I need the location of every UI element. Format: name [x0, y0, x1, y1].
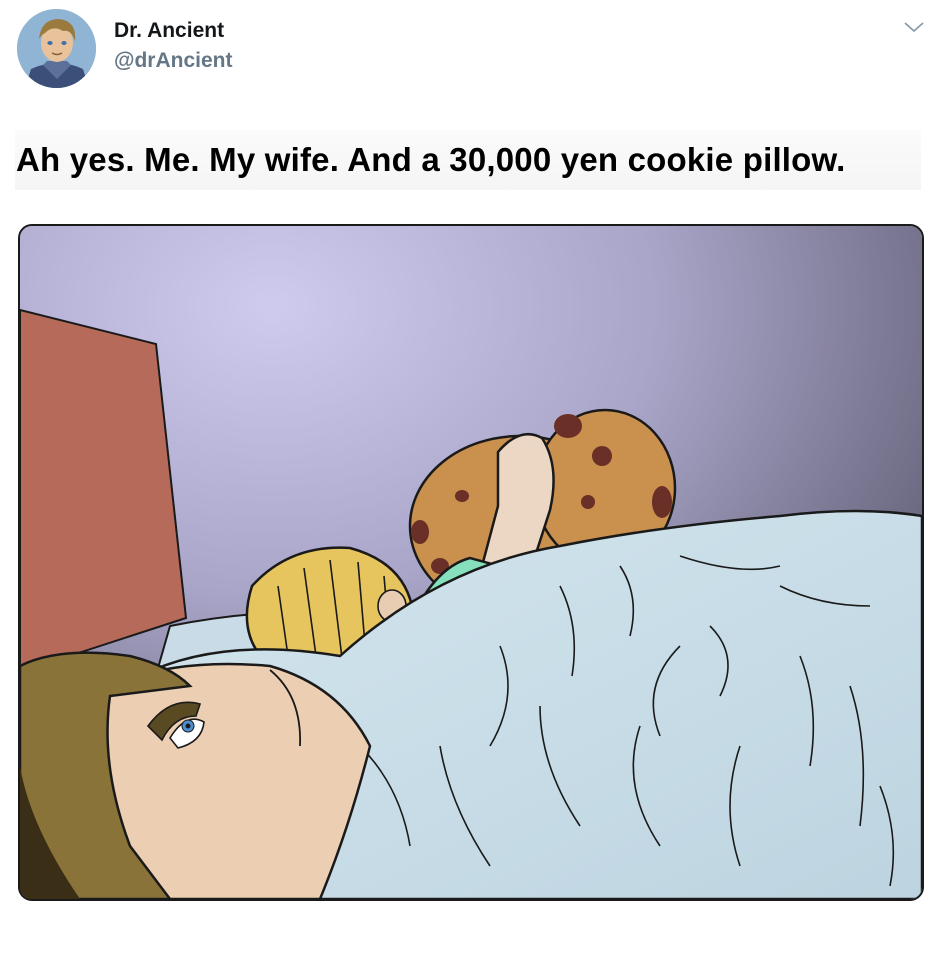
comic-illustration	[20, 226, 922, 899]
avatar[interactable]	[17, 9, 96, 88]
tweet-card: Dr. Ancient @drAncient Ah yes. Me. My wi…	[0, 0, 942, 970]
tweet-text: Ah yes. Me. My wife. And a 30,000 yen co…	[15, 130, 921, 190]
user-handle[interactable]: @drAncient	[114, 48, 232, 74]
chevron-down-icon[interactable]	[902, 19, 926, 35]
author-info: Dr. Ancient @drAncient	[114, 18, 232, 74]
tweet-image[interactable]	[18, 224, 924, 901]
avatar-illustration	[17, 9, 96, 88]
display-name[interactable]: Dr. Ancient	[114, 18, 232, 44]
